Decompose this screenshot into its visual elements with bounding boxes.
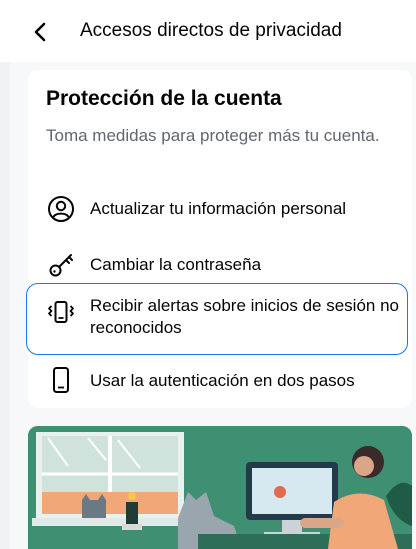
user-circle-icon bbox=[46, 194, 76, 224]
back-button[interactable] bbox=[26, 18, 54, 46]
card-subtitle: Toma medidas para proteger más tu cuenta… bbox=[46, 126, 380, 145]
login-alerts-item[interactable]: Recibir alertas sobre inicios de sesión … bbox=[28, 291, 412, 351]
phone-icon bbox=[46, 365, 76, 395]
item-label: Cambiar la contraseña bbox=[90, 255, 262, 274]
promo-illustration bbox=[28, 426, 412, 549]
update-personal-info-item[interactable]: Actualizar tu información personal bbox=[28, 191, 412, 229]
item-label: Recibir alertas sobre inicios de sesión … bbox=[90, 296, 399, 337]
card-title: Protección de la cuenta bbox=[46, 87, 282, 110]
chevron-left-icon bbox=[34, 22, 46, 42]
item-label: Usar la autenticación en dos pasos bbox=[90, 371, 355, 390]
content-area: Protección de la cuenta Toma medidas par… bbox=[10, 62, 416, 549]
two-step-auth-item[interactable]: Usar la autenticación en dos pasos bbox=[28, 363, 412, 401]
change-password-item[interactable]: Cambiar la contraseña bbox=[28, 247, 412, 285]
vibrating-phone-icon bbox=[46, 297, 76, 327]
item-label: Actualizar tu información personal bbox=[90, 199, 347, 218]
top-bar: Accesos directos de privacidad bbox=[0, 0, 416, 62]
key-icon bbox=[46, 250, 76, 280]
page-title: Accesos directos de privacidad bbox=[80, 20, 342, 41]
account-protection-card: Protección de la cuenta Toma medidas par… bbox=[26, 70, 412, 408]
